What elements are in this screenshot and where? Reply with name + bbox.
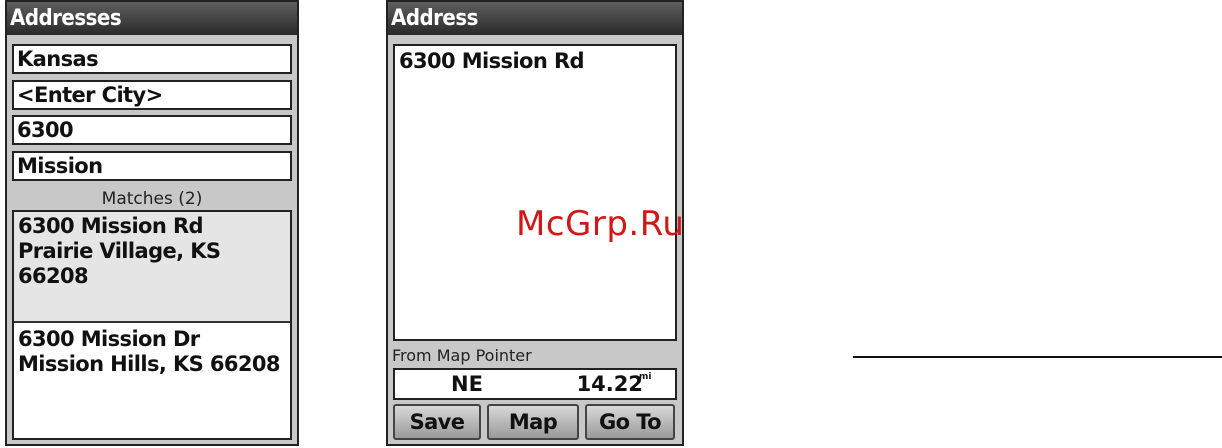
screen-title: Address xyxy=(388,2,682,35)
bearing-value: NE xyxy=(451,372,483,396)
bearing-distance-row: NE 14.22 mi xyxy=(393,368,677,400)
matches-label: Matches (2) xyxy=(101,189,203,209)
distance-value: 14.22 xyxy=(576,372,643,396)
list-item[interactable]: 6300 Mission Dr Mission Hills, KS 66208 xyxy=(14,325,290,385)
match-line: Mission Hills, KS 66208 xyxy=(18,352,281,376)
address-text: 6300 Mission Rd xyxy=(399,49,585,73)
state-field[interactable]: Kansas xyxy=(12,44,292,74)
list-item[interactable]: 6300 Mission Rd Prairie Village, KS 6620… xyxy=(14,212,290,323)
match-line: Prairie Village, KS xyxy=(18,239,221,263)
match-line: 6300 Mission Rd xyxy=(18,214,204,238)
city-field[interactable]: <Enter City> xyxy=(12,80,292,110)
distance-unit: mi xyxy=(639,372,652,382)
street-field[interactable]: Mission xyxy=(12,151,292,181)
map-button[interactable]: Map xyxy=(487,404,579,440)
addresses-screen: Addresses Kansas <Enter City> 6300 Missi… xyxy=(5,0,299,446)
match-line: 66208 xyxy=(18,264,89,288)
watermark: McGrp.Ru xyxy=(516,204,685,244)
screen-title: Addresses xyxy=(7,2,297,35)
number-field[interactable]: 6300 xyxy=(12,115,292,145)
divider-line xyxy=(853,356,1222,358)
save-button[interactable]: Save xyxy=(393,404,481,440)
go-to-button[interactable]: Go To xyxy=(585,404,675,440)
address-detail: 6300 Mission Rd xyxy=(393,44,677,341)
matches-list: 6300 Mission Rd Prairie Village, KS 6620… xyxy=(12,210,292,440)
from-map-pointer-label: From Map Pointer xyxy=(392,346,532,365)
match-line: 6300 Mission Dr xyxy=(18,327,200,351)
